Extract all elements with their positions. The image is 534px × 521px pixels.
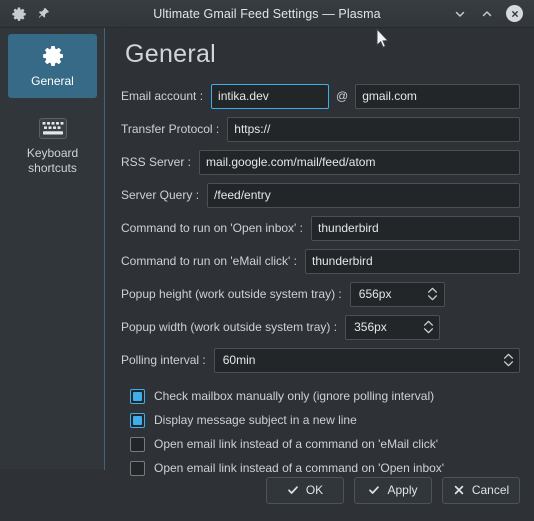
sidebar-item-general[interactable]: General — [8, 34, 97, 98]
cancel-button-label: Cancel — [471, 483, 510, 497]
check-icon — [368, 484, 380, 496]
close-circle-icon[interactable] — [506, 5, 523, 22]
row-polling-interval: Polling interval : 60min — [121, 347, 520, 373]
window-controls — [444, 5, 534, 22]
popup-width-spinbox[interactable]: 356px — [345, 314, 441, 340]
pin-icon[interactable] — [36, 6, 51, 21]
ok-button[interactable]: OK — [266, 476, 344, 504]
page-title: General — [125, 40, 217, 68]
row-command-email-click: Command to run on 'eMail click' : — [121, 248, 520, 274]
checkbox-row-open-link-open-inbox[interactable]: Open email link instead of a command on … — [130, 456, 520, 480]
popup-width-label: Popup width (work outside system tray) : — [121, 320, 338, 334]
server-query-label: Server Query : — [121, 188, 200, 202]
rss-server-label: RSS Server : — [121, 155, 192, 169]
row-rss-server: RSS Server : — [121, 149, 520, 175]
checkbox-row-display-subject-new-line[interactable]: Display message subject in a new line — [130, 408, 520, 432]
rss-server-input[interactable] — [199, 149, 520, 175]
chevron-up-icon[interactable] — [479, 6, 495, 22]
settings-window: Ultimate Gmail Feed Settings — Plasma Ge… — [0, 0, 534, 521]
general-settings-form: Email account : @ Transfer Protocol : RS… — [121, 83, 520, 480]
chevron-down-icon[interactable] — [452, 6, 468, 22]
spinner-arrows-icon[interactable] — [417, 316, 439, 339]
sidebar-item-label-line1: Keyboard — [26, 146, 79, 160]
checkbox-label: Open email link instead of a command on … — [154, 437, 439, 451]
checkbox-open-link-email-click[interactable] — [130, 436, 145, 452]
gear-icon — [10, 43, 95, 69]
email-at-separator: @ — [336, 89, 349, 103]
row-transfer-protocol: Transfer Protocol : — [121, 116, 520, 142]
spinner-arrows-icon[interactable] — [422, 283, 444, 306]
row-server-query: Server Query : — [121, 182, 520, 208]
row-popup-width: Popup width (work outside system tray) :… — [121, 314, 520, 340]
spinner-arrows-icon[interactable] — [497, 349, 519, 372]
checkbox-open-link-open-inbox[interactable] — [130, 460, 145, 476]
apply-button-label: Apply — [387, 483, 418, 497]
checkbox-row-check-mailbox-manually[interactable]: Check mailbox manually only (ignore poll… — [130, 384, 520, 408]
checkbox-display-subject-new-line[interactable] — [130, 412, 145, 428]
sidebar-item-keyboard-shortcuts[interactable]: Keyboard shortcuts — [8, 106, 97, 185]
email-account-input[interactable] — [211, 83, 330, 109]
gear-icon[interactable] — [11, 6, 26, 21]
row-email-account: Email account : @ — [121, 83, 520, 109]
checkbox-check-mailbox-manually[interactable] — [130, 388, 145, 404]
checkbox-label: Check mailbox manually only (ignore poll… — [154, 389, 435, 403]
command-open-inbox-label: Command to run on 'Open inbox' : — [121, 221, 304, 235]
command-open-inbox-input[interactable] — [311, 215, 520, 241]
polling-interval-label: Polling interval : — [121, 353, 206, 367]
email-domain-input[interactable] — [355, 83, 520, 109]
options-checkbox-group: Check mailbox manually only (ignore poll… — [121, 384, 520, 480]
command-email-click-label: Command to run on 'eMail click' : — [121, 254, 297, 268]
sidebar-item-label: Keyboard shortcuts — [10, 146, 95, 176]
transfer-protocol-label: Transfer Protocol : — [121, 122, 220, 136]
popup-height-label: Popup height (work outside system tray) … — [121, 287, 342, 301]
sidebar-item-label: General — [31, 74, 74, 88]
command-email-click-input[interactable] — [304, 248, 520, 274]
window-body: General Keyboard shortcuts General Email… — [0, 28, 534, 476]
titlebar-left-icons — [0, 6, 90, 21]
server-query-input[interactable] — [207, 182, 520, 208]
popup-height-spinbox[interactable]: 656px — [349, 281, 445, 307]
ok-button-label: OK — [305, 483, 324, 497]
settings-content: General Email account : @ Transfer Proto… — [105, 28, 534, 476]
transfer-protocol-input[interactable] — [227, 116, 520, 142]
checkbox-row-open-link-email-click[interactable]: Open email link instead of a command on … — [130, 432, 520, 456]
keyboard-icon — [10, 115, 95, 141]
cross-icon — [453, 484, 465, 496]
popup-height-value: 656px — [358, 287, 392, 301]
row-popup-height: Popup height (work outside system tray) … — [121, 281, 520, 307]
window-title: Ultimate Gmail Feed Settings — Plasma — [153, 6, 381, 21]
titlebar[interactable]: Ultimate Gmail Feed Settings — Plasma — [0, 0, 534, 28]
polling-interval-spinbox[interactable]: 60min — [213, 347, 520, 373]
polling-interval-value: 60min — [222, 353, 256, 367]
sidebar-item-label-line2: shortcuts — [28, 161, 77, 175]
apply-button[interactable]: Apply — [354, 476, 432, 504]
checkbox-label: Open email link instead of a command on … — [154, 461, 445, 475]
check-icon — [287, 484, 299, 496]
popup-width-value: 356px — [354, 320, 387, 334]
sidebar: General Keyboard shortcuts — [0, 28, 105, 470]
row-command-open-inbox: Command to run on 'Open inbox' : — [121, 215, 520, 241]
email-account-label: Email account : — [121, 89, 204, 103]
checkbox-label: Display message subject in a new line — [154, 413, 357, 427]
cancel-button[interactable]: Cancel — [442, 476, 520, 504]
